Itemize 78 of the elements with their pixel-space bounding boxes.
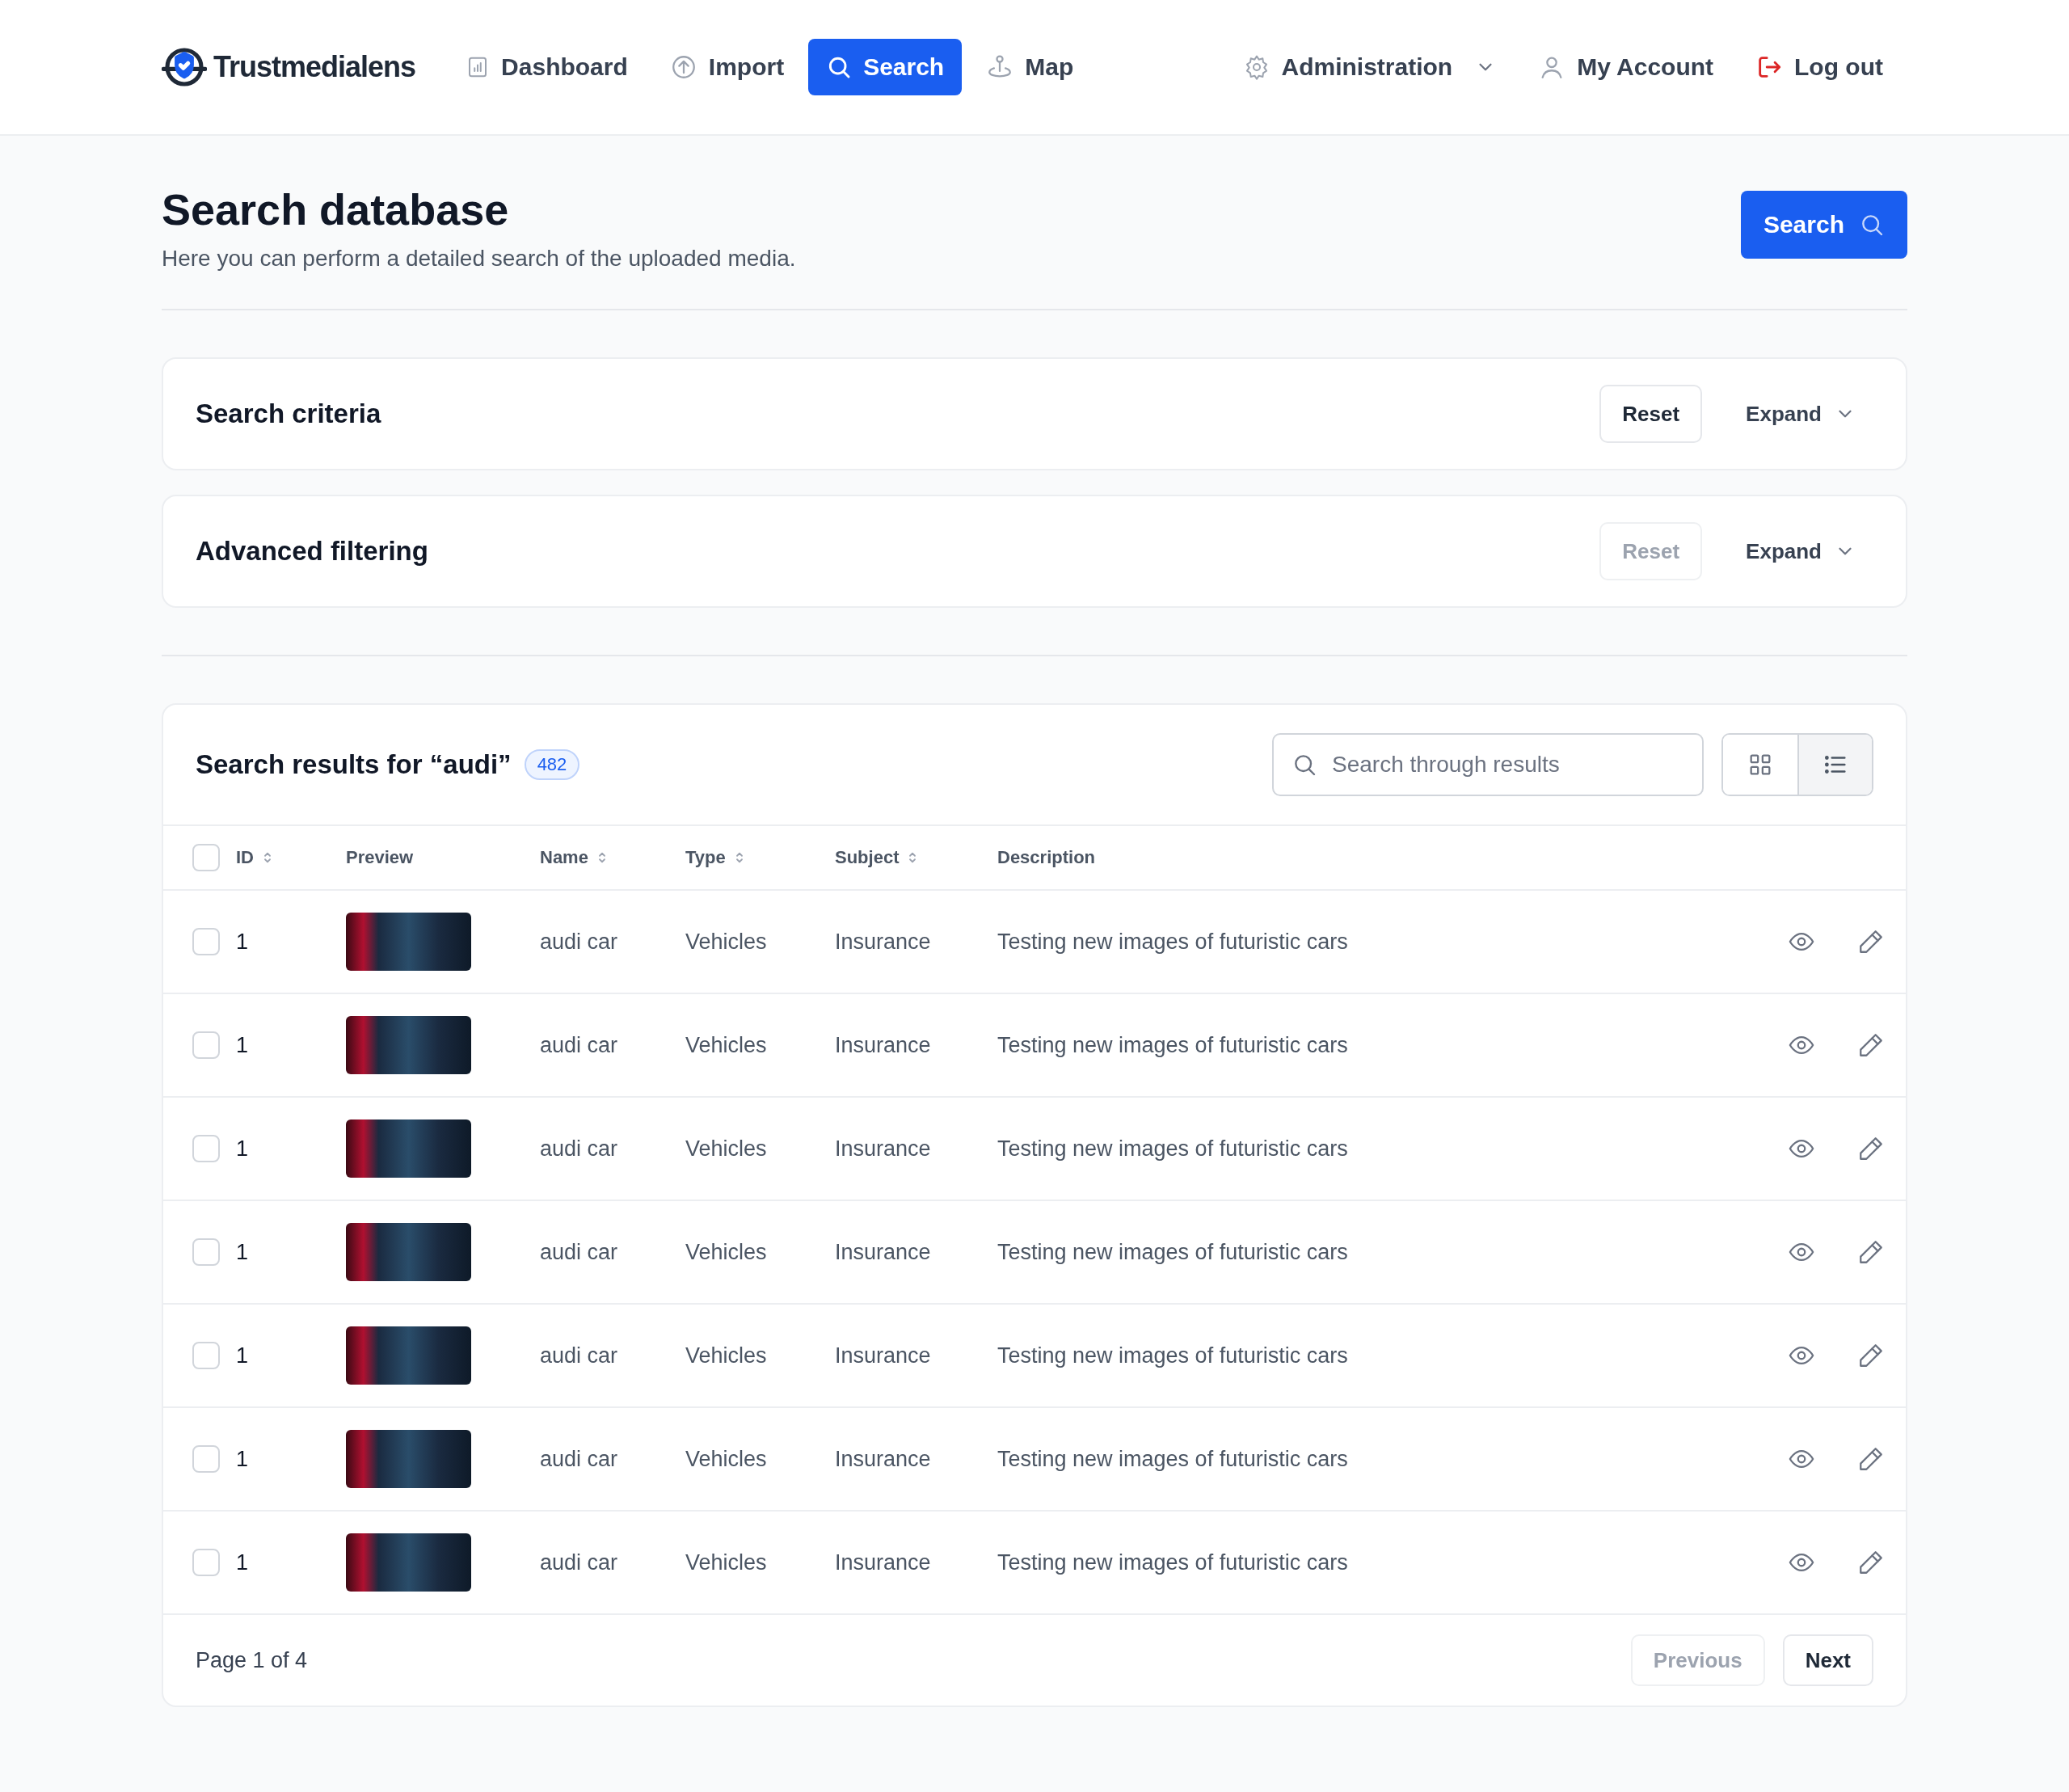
nav-link[interactable]: Import bbox=[651, 39, 803, 95]
nav-link[interactable]: My Account bbox=[1520, 39, 1732, 95]
nav-link[interactable]: Dashboard bbox=[448, 39, 646, 95]
row-checkbox[interactable] bbox=[192, 1445, 220, 1473]
row-checkbox[interactable] bbox=[192, 1342, 220, 1369]
pencil-icon bbox=[1857, 1031, 1885, 1059]
table-cell-text: 1 bbox=[236, 1343, 250, 1368]
select-all-checkbox[interactable] bbox=[192, 844, 220, 871]
page-subtitle: Here you can perform a detailed search of the uploaded media. bbox=[162, 246, 796, 272]
table-cell-text: 1 bbox=[236, 1032, 250, 1058]
expand-button[interactable]: Expand bbox=[1728, 538, 1873, 564]
logo-text[interactable]: Trustmedialens bbox=[213, 50, 416, 84]
next-button[interactable]: Next bbox=[1782, 1634, 1873, 1686]
nav-link[interactable]: Map bbox=[968, 39, 1092, 95]
page-indicator: Page 1 of 4 bbox=[196, 1647, 309, 1673]
row-checkbox[interactable] bbox=[192, 928, 220, 955]
table-cell-text: 1 bbox=[236, 1239, 250, 1265]
table-cell-text: Vehicles bbox=[685, 1446, 768, 1472]
table-cell-text: Vehicles bbox=[685, 1032, 768, 1058]
table-cell-text: Insurance bbox=[835, 1032, 932, 1058]
pencil-icon bbox=[1857, 1342, 1885, 1369]
column-header[interactable]: Subject bbox=[835, 847, 900, 868]
table-cell-text: 1 bbox=[236, 1550, 250, 1575]
pencil-icon bbox=[1857, 1445, 1885, 1473]
column-header[interactable]: Type bbox=[685, 847, 726, 868]
pencil-icon bbox=[1857, 1549, 1885, 1576]
table-cell-text: audi car bbox=[540, 1239, 619, 1265]
pencil-icon bbox=[1857, 1135, 1885, 1162]
results-title: Search results for “audi” bbox=[196, 749, 512, 780]
table-cell-text: Testing new images of futuristic cars bbox=[997, 1032, 1349, 1058]
table-cell-text: Vehicles bbox=[685, 1550, 768, 1575]
table-cell-text: audi car bbox=[540, 1032, 619, 1058]
pencil-icon bbox=[1857, 928, 1885, 955]
table-cell-text: Vehicles bbox=[685, 1136, 768, 1162]
table-cell-text: Insurance bbox=[835, 1343, 932, 1368]
nav-link[interactable]: Search bbox=[808, 39, 963, 95]
table-cell-text: Testing new images of futuristic cars bbox=[997, 1446, 1349, 1472]
table-cell-text: Insurance bbox=[835, 1136, 932, 1162]
table-cell-text: Vehicles bbox=[685, 1239, 768, 1265]
panel-title: Search criteria bbox=[196, 398, 382, 429]
row-checkbox[interactable] bbox=[192, 1135, 220, 1162]
reset-button[interactable]: Reset bbox=[1599, 385, 1703, 443]
table-cell-text: Vehicles bbox=[685, 1343, 768, 1368]
table-cell-text: Insurance bbox=[835, 1550, 932, 1575]
table-cell-text: audi car bbox=[540, 1136, 619, 1162]
pencil-icon bbox=[1857, 1238, 1885, 1266]
column-header: Preview bbox=[346, 847, 414, 868]
table-cell-text: Testing new images of futuristic cars bbox=[997, 1239, 1349, 1265]
search-field[interactable]: Search through results bbox=[1272, 733, 1704, 796]
search-button[interactable]: Search bbox=[1740, 191, 1907, 259]
table-cell-text: Testing new images of futuristic cars bbox=[997, 929, 1349, 955]
table-cell-text: 1 bbox=[236, 1446, 250, 1472]
panel-title: Advanced filtering bbox=[196, 536, 429, 567]
table-cell-text: Testing new images of futuristic cars bbox=[997, 1550, 1349, 1575]
table-cell-text: Testing new images of futuristic cars bbox=[997, 1343, 1349, 1368]
table-cell-text: audi car bbox=[540, 929, 619, 955]
expand-button[interactable]: Expand bbox=[1728, 401, 1873, 427]
table-cell-text: Insurance bbox=[835, 929, 932, 955]
row-checkbox[interactable] bbox=[192, 1031, 220, 1059]
table-cell-text: audi car bbox=[540, 1446, 619, 1472]
table-cell-text: Vehicles bbox=[685, 929, 768, 955]
table-cell-text: 1 bbox=[236, 929, 250, 955]
page-title: Search database bbox=[162, 184, 510, 234]
table-cell-text: Insurance bbox=[835, 1239, 932, 1265]
column-header[interactable]: ID bbox=[236, 847, 254, 868]
nav-link[interactable]: Log out bbox=[1738, 39, 1901, 95]
column-header[interactable]: Name bbox=[540, 847, 588, 868]
column-header: Description bbox=[997, 847, 1096, 868]
table-cell-text: audi car bbox=[540, 1343, 619, 1368]
row-checkbox[interactable] bbox=[192, 1549, 220, 1576]
table-cell-text: Insurance bbox=[835, 1446, 932, 1472]
row-checkbox[interactable] bbox=[192, 1238, 220, 1266]
count-badge: 482 bbox=[524, 749, 580, 780]
nav-link[interactable]: Administration bbox=[1226, 39, 1515, 95]
table-cell-text: 1 bbox=[236, 1136, 250, 1162]
table-cell-text: Testing new images of futuristic cars bbox=[997, 1136, 1349, 1162]
list-view-button[interactable] bbox=[1797, 735, 1872, 795]
table-cell-text: audi car bbox=[540, 1550, 619, 1575]
